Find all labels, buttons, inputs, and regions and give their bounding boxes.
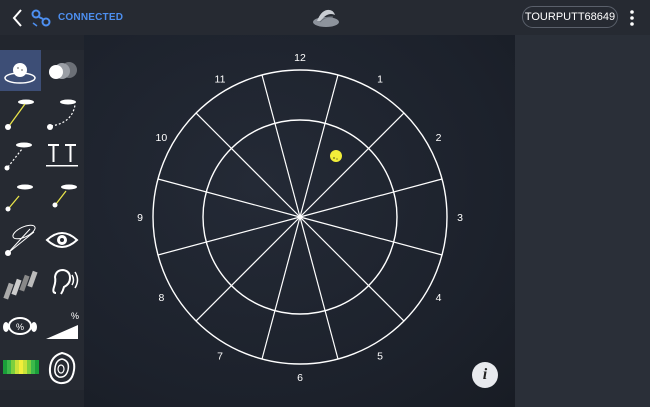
clock-label-12: 12 — [294, 52, 306, 64]
target-view: 12 1 2 3 4 5 6 7 8 9 10 11 — [84, 35, 515, 407]
sector-divider — [195, 112, 301, 218]
target-grid — [152, 69, 448, 365]
sector-divider — [299, 216, 405, 322]
curved-putt-line-icon — [47, 99, 76, 130]
curved-putt-line-tool[interactable] — [42, 93, 83, 134]
ball-trail-tool[interactable] — [42, 50, 83, 91]
hearing-icon — [52, 268, 79, 295]
putt-from-distance-tool[interactable] — [0, 135, 41, 176]
back-chevron-icon[interactable] — [8, 7, 28, 29]
sector-divider — [261, 74, 301, 218]
brand-logo-icon — [313, 9, 339, 27]
top-bar: CONNECTED TOURPUTT68649 — [0, 0, 650, 35]
percent-footprints-icon: % — [3, 317, 37, 335]
color-bar-icon — [3, 359, 39, 374]
slope-percent-tool[interactable]: % — [42, 305, 83, 346]
t-markers-icon — [46, 144, 78, 167]
slope-percent-label: % — [71, 311, 80, 321]
eye-view-icon — [45, 232, 79, 248]
ball-on-green-icon — [4, 63, 36, 84]
clock-label-7: 7 — [217, 351, 223, 363]
angled-putt-icon — [52, 184, 77, 207]
eye-view-tool[interactable] — [42, 220, 83, 261]
putt-lines-with-ellipse-tool[interactable] — [0, 220, 41, 261]
clock-label-6: 6 — [297, 372, 303, 384]
ball-on-green-tool[interactable] — [0, 50, 41, 91]
sector-divider — [299, 216, 443, 256]
info-button[interactable]: i — [472, 362, 498, 388]
ball-trail-icon — [49, 62, 77, 79]
more-vertical-icon[interactable] — [627, 8, 637, 28]
t-markers-tool[interactable] — [42, 135, 83, 176]
green-contour-icon — [48, 351, 76, 384]
sector-divider — [299, 178, 443, 218]
putt-from-distance-icon — [4, 142, 32, 171]
clock-label-11: 11 — [215, 73, 226, 85]
tool-palette: %% — [0, 50, 84, 390]
sector-divider — [299, 112, 405, 218]
green-contour-tool[interactable] — [42, 348, 83, 389]
sector-divider — [299, 216, 339, 360]
percent-footprints-tool[interactable]: % — [0, 305, 41, 346]
straight-putt-line-tool[interactable] — [0, 93, 41, 134]
clock-label-10: 10 — [156, 132, 168, 144]
putt-lines-with-ellipse-icon — [5, 224, 36, 256]
sector-divider — [261, 216, 301, 360]
hearing-tool[interactable] — [42, 263, 83, 304]
link-chain-icon — [31, 9, 51, 27]
stripes-tool[interactable] — [0, 263, 41, 304]
clock-target[interactable]: 121234567891011 — [84, 35, 515, 407]
sector-divider — [299, 74, 339, 218]
side-panel — [515, 35, 650, 407]
short-putt-tool[interactable] — [0, 178, 41, 219]
clock-label-8: 8 — [158, 292, 164, 304]
clock-label-4: 4 — [436, 292, 442, 304]
device-name-button[interactable]: TOURPUTT68649 — [522, 6, 618, 28]
golf-ball — [330, 150, 342, 162]
sector-divider — [157, 216, 301, 256]
angled-putt-tool[interactable] — [42, 178, 83, 219]
clock-label-9: 9 — [137, 212, 143, 224]
clock-label-3: 3 — [457, 212, 463, 224]
clock-label-1: 1 — [377, 73, 383, 85]
clock-label-2: 2 — [436, 132, 442, 144]
color-bar-tool[interactable] — [0, 348, 41, 389]
sector-divider — [157, 178, 301, 218]
stripes-icon — [3, 270, 38, 300]
short-putt-icon — [5, 184, 33, 211]
clock-label-5: 5 — [377, 351, 383, 363]
connection-status: CONNECTED — [58, 12, 124, 23]
sector-divider — [195, 216, 301, 322]
straight-putt-line-icon — [5, 99, 34, 130]
svg-text:%: % — [16, 322, 24, 332]
